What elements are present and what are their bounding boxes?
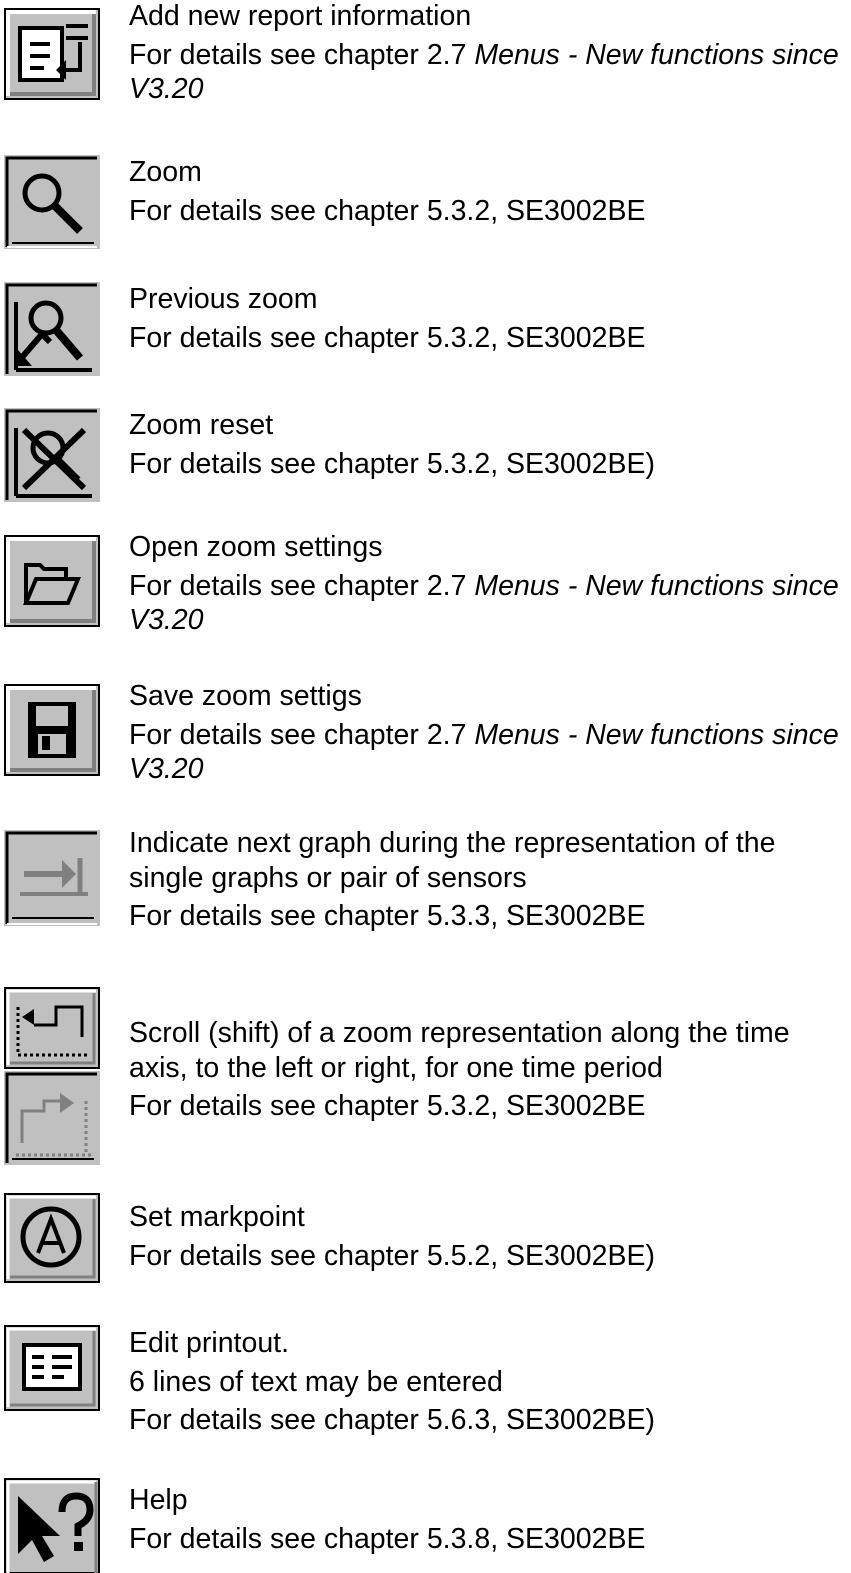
previous-zoom-icon[interactable]	[4, 282, 100, 376]
zoom-icon[interactable]	[4, 155, 100, 249]
next-graph-icon[interactable]	[4, 830, 100, 926]
entry-title: Save zoom settigs	[129, 680, 362, 712]
entry-detail: For details see chapter 5.6.3, SE3002BE)	[129, 1404, 655, 1436]
entry-title: Scroll (shift) of a zoom representation …	[129, 1017, 790, 1084]
entry-title: Zoom	[129, 156, 202, 188]
open-folder-icon[interactable]	[4, 535, 100, 627]
entry-detail: For details see chapter 2.7 Menus - New …	[129, 38, 839, 106]
entry-detail: For details see chapter 2.7 Menus - New …	[129, 718, 839, 786]
entry-title: Add new report information	[129, 0, 472, 32]
scroll-left-icon[interactable]	[4, 987, 100, 1069]
markpoint-icon[interactable]	[4, 1193, 100, 1283]
entry-title: Open zoom settings	[129, 531, 383, 563]
entry-detail: For details see chapter 5.5.2, SE3002BE)	[129, 1239, 655, 1272]
entry-title: Indicate next graph during the represent…	[129, 827, 776, 894]
entry-detail: For details see chapter 5.3.2, SE3002BE)	[129, 447, 655, 480]
help-pointer-icon[interactable]	[4, 1478, 100, 1573]
scroll-right-icon[interactable]	[4, 1071, 100, 1165]
add-report-icon[interactable]	[4, 8, 100, 100]
zoom-reset-icon[interactable]	[4, 408, 100, 502]
entry-title: Set markpoint	[129, 1201, 305, 1233]
entry-extra: 6 lines of text may be entered	[129, 1365, 503, 1398]
entry-title: Edit printout.	[129, 1327, 290, 1359]
floppy-disk-icon[interactable]	[4, 684, 100, 776]
entry-title: Previous zoom	[129, 283, 318, 315]
edit-printout-icon[interactable]	[4, 1325, 100, 1411]
entry-detail: For details see chapter 5.3.2, SE3002BE	[129, 1090, 646, 1122]
entry-detail: For details see chapter 5.3.2, SE3002BE	[129, 194, 646, 227]
entry-title: Help	[129, 1484, 188, 1516]
entry-detail: For details see chapter 5.3.8, SE3002BE	[129, 1522, 646, 1555]
entry-detail: For details see chapter 5.3.3, SE3002BE	[129, 900, 646, 932]
entry-detail: For details see chapter 5.3.2, SE3002BE	[129, 321, 646, 354]
entry-detail: For details see chapter 2.7 Menus - New …	[129, 569, 839, 637]
entry-title: Zoom reset	[129, 409, 274, 441]
